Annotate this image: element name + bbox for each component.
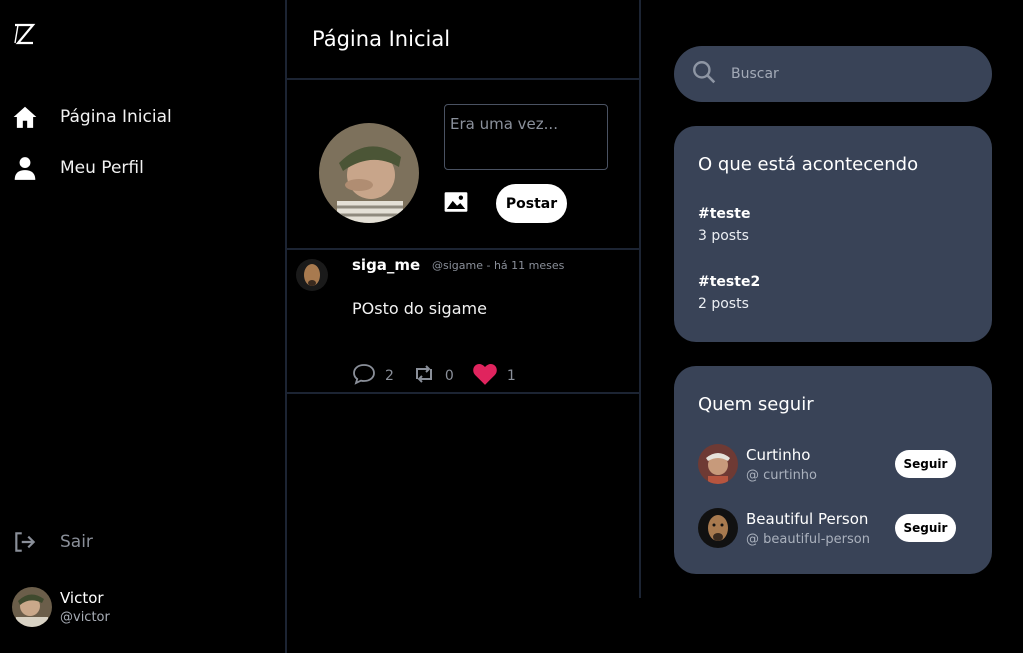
repost-count: 0 <box>444 368 454 384</box>
comment-count: 2 <box>385 368 394 384</box>
who-to-follow-card: Quem seguir Curtinho @ curtinho Seguir B… <box>674 366 992 574</box>
nav-label-home: Página Inicial <box>60 107 172 127</box>
trend-tag: #teste2 <box>698 274 761 290</box>
current-user[interactable]: Victor @victor <box>12 587 110 627</box>
search-input[interactable] <box>731 66 961 82</box>
nav-item-home[interactable]: Página Inicial <box>12 102 172 132</box>
search-bar[interactable] <box>674 46 992 102</box>
post-button[interactable]: Postar <box>496 184 567 223</box>
trend-count: 3 posts <box>698 228 749 244</box>
comment-icon <box>352 363 376 389</box>
post-text-input[interactable] <box>444 104 608 170</box>
logo-icon[interactable] <box>12 22 36 46</box>
post-author[interactable]: siga_me <box>352 256 420 274</box>
post-body: POsto do sigame <box>352 299 487 318</box>
trend-tag: #teste <box>698 206 751 222</box>
trends-title: O que está acontecendo <box>698 154 919 175</box>
repost-button[interactable]: 0 <box>412 363 454 389</box>
like-count: 1 <box>506 368 516 384</box>
follow-button[interactable]: Seguir <box>895 514 956 542</box>
search-icon <box>691 59 717 89</box>
user-handle: @victor <box>60 610 110 625</box>
main-header: Página Inicial <box>287 0 639 80</box>
avatar <box>12 587 52 627</box>
image-upload-icon[interactable] <box>443 189 469 215</box>
user-name: Victor <box>60 589 104 607</box>
suggestion-name[interactable]: Curtinho <box>746 446 895 464</box>
avatar <box>319 123 419 223</box>
suggestion-handle: @ beautiful-person <box>746 531 870 547</box>
post-meta: @sigame - há 11 meses <box>432 259 565 272</box>
logout-button[interactable]: Sair <box>12 529 93 555</box>
avatar[interactable] <box>698 508 738 548</box>
nav-label-profile: Meu Perfil <box>60 158 144 178</box>
repost-icon <box>412 363 436 389</box>
follow-title: Quem seguir <box>698 394 814 415</box>
trend-item[interactable]: #teste 3 posts <box>698 206 750 244</box>
trends-card: O que está acontecendo #teste 3 posts #t… <box>674 126 992 342</box>
follow-suggestion: Beautiful Person @ beautiful-person Segu… <box>698 508 956 548</box>
post-card: siga_me @sigame - há 11 meses POsto do s… <box>287 250 639 394</box>
comment-button[interactable]: 2 <box>352 363 394 389</box>
trend-item[interactable]: #teste2 2 posts <box>698 274 760 312</box>
left-sidebar: Página Inicial Meu Perfil Sair Victor @v… <box>0 0 287 653</box>
home-icon <box>12 104 38 130</box>
logout-label: Sair <box>60 532 93 552</box>
follow-button[interactable]: Seguir <box>895 450 956 478</box>
suggestion-handle: @ curtinho <box>746 467 818 483</box>
post-actions: 2 0 1 <box>352 362 534 390</box>
suggestion-name[interactable]: Beautiful Person <box>746 510 895 528</box>
trend-count: 2 posts <box>698 296 749 312</box>
like-button[interactable]: 1 <box>472 362 516 390</box>
page-title: Página Inicial <box>312 27 451 51</box>
avatar[interactable] <box>698 444 738 484</box>
avatar[interactable] <box>296 259 328 291</box>
user-icon <box>12 155 38 181</box>
main-feed: Página Inicial Postar <box>287 0 641 598</box>
heart-icon <box>472 362 498 390</box>
nav-item-profile[interactable]: Meu Perfil <box>12 153 144 183</box>
follow-suggestion: Curtinho @ curtinho Seguir <box>698 444 956 484</box>
logout-icon <box>12 529 38 555</box>
post-composer: Postar <box>287 80 639 250</box>
